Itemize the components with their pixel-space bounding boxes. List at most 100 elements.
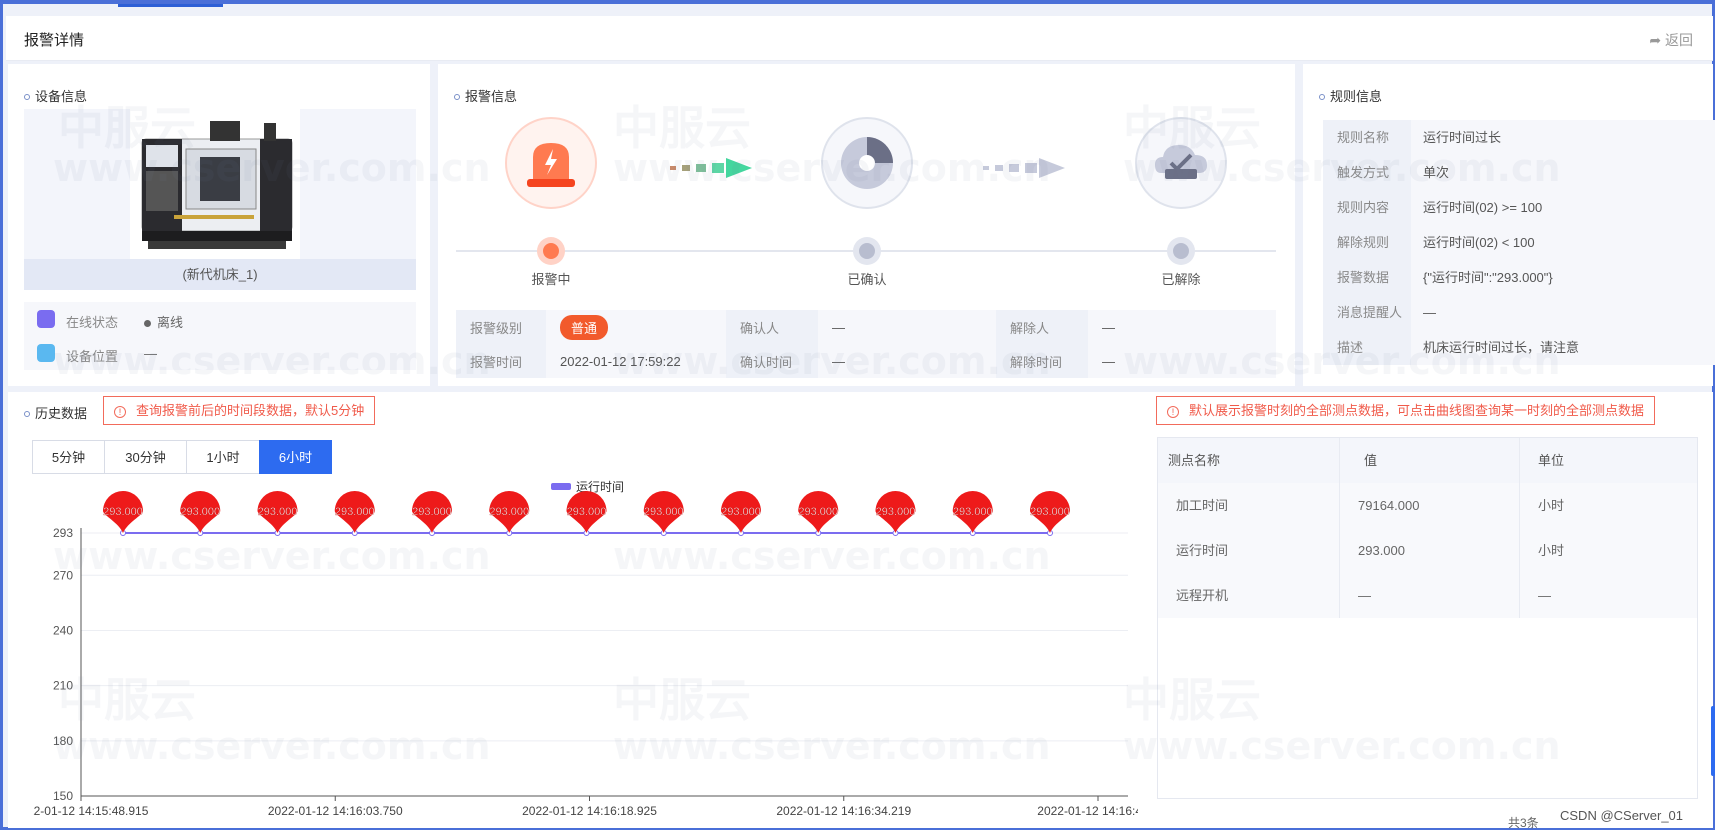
x-tick-label: 2022-01-12 14:16:18.925 — [522, 804, 657, 818]
pin-label: 293.000 — [1030, 506, 1070, 518]
x-tick-label: 2022-01-12 14:16:49.3 — [1037, 804, 1138, 818]
rule-row-trigger: 触发方式 单次 — [1323, 155, 1715, 190]
location-icon — [37, 344, 55, 362]
info-icon: ! — [1167, 406, 1179, 418]
step-dot-released — [1167, 237, 1195, 265]
alarm-time-value: 2022-01-12 17:59:22 — [546, 344, 726, 378]
pin-label: 293.000 — [644, 506, 684, 518]
tab-30min[interactable]: 30分钟 — [104, 440, 187, 474]
tab-1h[interactable]: 1小时 — [186, 440, 260, 474]
table-cell: 小时 — [1538, 498, 1565, 513]
measure-point-table: 测点名称 值 单位 加工时间 79164.000 小时 运行时间 293.000… — [1157, 437, 1698, 799]
alarm-level-label: 报警级别 — [456, 310, 546, 344]
page-header: 报警详情 ➦ 返回 — [6, 16, 1713, 61]
alarm-info-table: 报警级别 普通 确认人 — 解除人 — 报警时间 2022-01-12 17:5… — [456, 310, 1276, 378]
rule-row-release: 解除规则 运行时间(02) < 100 — [1323, 225, 1715, 260]
legend-swatch — [551, 483, 571, 490]
x-tick-label: 2022-01-12 14:16:34.219 — [776, 804, 911, 818]
history-notice-right: ! 默认展示报警时刻的全部测点数据，可点击曲线图查询某一时刻的全部测点数据 — [1156, 396, 1656, 425]
confirmer-value: — — [818, 310, 996, 344]
pin-label: 293.000 — [953, 506, 993, 518]
app-window: 报警详情 ➦ 返回 设备信息 (新代机床_1) 在线状态 离线 设备位置 — 报… — [0, 0, 1715, 830]
offline-dot-icon — [144, 320, 151, 328]
rule-row-data: 报警数据 {"运行时间":"293.000"} — [1323, 260, 1715, 295]
rule-row-content: 规则内容 运行时间(02) >= 100 — [1323, 190, 1715, 225]
table-cell: — — [1538, 588, 1551, 603]
device-name: (新代机床_1) — [24, 259, 416, 290]
device-section-title: 设备信息 — [24, 86, 87, 105]
back-button[interactable]: ➦ 返回 — [1649, 30, 1693, 50]
x-tick-label: 2022-01-12 14:15:48.915 — [33, 804, 149, 818]
rules-section-title: 规则信息 — [1319, 86, 1382, 105]
tab-6h[interactable]: 6小时 — [259, 440, 332, 474]
alarm-active-circle — [505, 117, 597, 209]
y-tick-label: 240 — [53, 623, 73, 637]
history-line-chart[interactable]: 150 180 210 240 270 293 2022-01-12 14:15:48.91… — [33, 478, 1138, 828]
step-dot-active — [537, 237, 565, 265]
table-cell: 加工时间 — [1158, 483, 1340, 528]
table-cell: 运行时间 — [1158, 528, 1340, 573]
rule-row-notify: 消息提醒人 — — [1323, 295, 1715, 330]
releaser-value: — — [1088, 310, 1276, 344]
table-cell: — — [1340, 573, 1520, 618]
alarm-time-label: 报警时间 — [456, 344, 546, 378]
pin-label: 293.000 — [335, 506, 375, 518]
step-dot-confirmed — [853, 237, 881, 265]
table-row: 加工时间 79164.000 小时 — [1158, 483, 1697, 528]
csdn-credit: CSDN @CServer_01 — [1560, 808, 1684, 823]
status-value: 离线 — [144, 312, 183, 331]
header-value: 值 — [1340, 438, 1520, 483]
table-cell: 远程开机 — [1158, 573, 1340, 618]
releaser-label: 解除人 — [996, 310, 1088, 344]
arrow-1-icon — [670, 156, 754, 183]
history-notice-left: ! 查询报警前后的时间段数据，默认5分钟 — [103, 396, 376, 425]
table-header-row: 测点名称 值 单位 — [1158, 438, 1697, 483]
status-icon — [37, 310, 55, 328]
pin-label: 293.000 — [489, 506, 529, 518]
pin-label: 293.000 — [180, 506, 220, 518]
page-title: 报警详情 — [24, 32, 85, 49]
cnc-machine-image — [130, 109, 300, 259]
history-section-title: 历史数据 — [24, 403, 87, 422]
confirm-clock-icon — [841, 137, 893, 189]
device-image-box — [24, 109, 416, 259]
location-label: 设备位置 — [66, 349, 119, 364]
info-icon: ! — [114, 406, 126, 418]
rules-panel: 规则信息 规则名称 运行时间过长 触发方式 单次 规则内容 运行时间(02) >= 1… — [1303, 64, 1715, 386]
device-location-row: 设备位置 — — [24, 336, 416, 370]
location-value: — — [144, 346, 157, 361]
table-row: 报警时间 2022-01-12 17:59:22 确认时间 — 解除时间 — — [456, 344, 1276, 378]
header-point-name: 测点名称 — [1158, 438, 1340, 483]
cloud-check-icon — [1155, 145, 1207, 179]
confirm-time-value: — — [818, 344, 996, 378]
y-tick-label: 293 — [53, 526, 73, 540]
alarm-siren-icon — [527, 143, 575, 187]
scroll-handle[interactable] — [1711, 706, 1715, 776]
table-row: 报警级别 普通 确认人 — 解除人 — — [456, 310, 1276, 344]
alarm-level-badge: 普通 — [560, 314, 609, 340]
table-cell: 293.000 — [1340, 528, 1520, 573]
step-label-confirmed: 已确认 — [847, 272, 887, 287]
pin-label: 293.000 — [567, 506, 607, 518]
table-cell: 79164.000 — [1340, 483, 1520, 528]
pin-label: 293.000 — [103, 506, 143, 518]
header-unit: 单位 — [1538, 453, 1565, 468]
back-label: 返回 — [1665, 32, 1693, 48]
y-tick-label: 180 — [53, 734, 73, 748]
device-panel: 设备信息 (新代机床_1) 在线状态 离线 设备位置 — — [8, 64, 430, 386]
confirmer-label: 确认人 — [726, 310, 818, 344]
release-time-label: 解除时间 — [996, 344, 1088, 378]
time-range-tabs: 5分钟 30分钟 1小时 6小时 — [32, 440, 332, 474]
table-row: 运行时间 293.000 小时 — [1158, 528, 1697, 573]
pin-label: 293.000 — [412, 506, 452, 518]
rule-row-desc: 描述 机床运行时间过长，请注意 — [1323, 330, 1715, 365]
alarm-panel: 报警信息 报警中 已确认 已解除 报警级别 普通 确认人 — 解除人 — 报警时… — [438, 64, 1295, 386]
alarm-level-value: 普通 — [546, 310, 726, 344]
device-status-row: 在线状态 离线 — [24, 302, 416, 336]
pin-label: 293.000 — [721, 506, 761, 518]
y-tick-label: 150 — [53, 789, 73, 803]
tab-5min[interactable]: 5分钟 — [32, 440, 105, 474]
step-label-alarming: 报警中 — [531, 272, 571, 287]
confirm-time-label: 确认时间 — [726, 344, 818, 378]
pin-label: 293.000 — [876, 506, 916, 518]
